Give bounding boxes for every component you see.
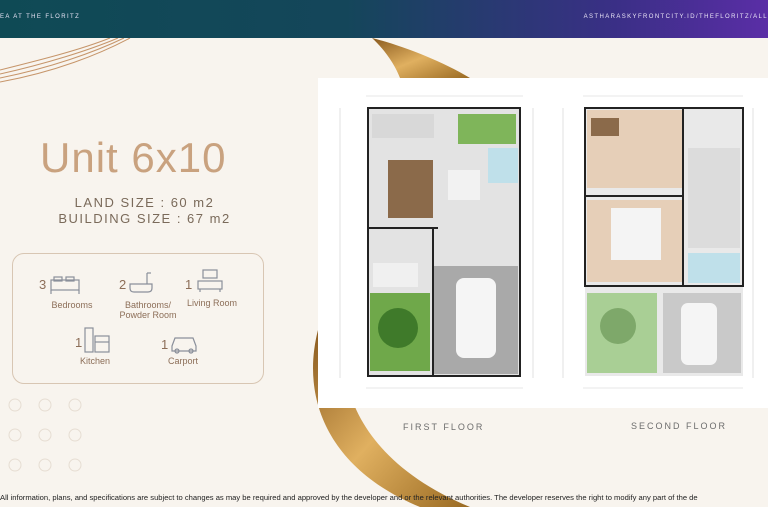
- land-size: LAND SIZE : 60 m2: [74, 195, 215, 210]
- header-bar: EA AT THE FLORITZ ASTHARASKYFRONTCITY.ID…: [0, 0, 768, 38]
- unit-sizes: LAND SIZE : 60 m2 BUILDING SIZE : 67 m2: [52, 195, 237, 227]
- building-size: BUILDING SIZE : 67 m2: [58, 211, 231, 226]
- amenity-count: 1: [161, 337, 169, 352]
- first-floor-label: FIRST FLOOR: [403, 422, 485, 432]
- bed-icon: [50, 276, 80, 294]
- amenity-bathrooms: 2 Bathrooms/ Powder Room: [113, 272, 183, 322]
- amenity-label: Living Room: [186, 298, 238, 308]
- second-floor-label: SECOND FLOOR: [631, 421, 728, 431]
- amenity-label: Bathrooms/ Powder Room: [119, 300, 177, 320]
- amenity-label: Bedrooms: [51, 300, 93, 310]
- kitchen-icon: [84, 327, 110, 353]
- header-left-text: EA AT THE FLORITZ: [0, 14, 81, 20]
- decorative-pattern: [8, 398, 82, 472]
- amenity-label: Carport: [167, 356, 198, 366]
- amenities-panel: 3 Bedrooms 2 Bathrooms/ Powder Room 1 Li…: [12, 253, 264, 384]
- amenity-count: 2: [119, 277, 127, 292]
- first-floor-plan: [339, 95, 534, 389]
- amenity-label: Kitchen: [79, 356, 111, 366]
- unit-title: Unit 6x10: [40, 134, 227, 181]
- amenity-kitchen: 1 Kitchen: [65, 326, 125, 370]
- car-icon: [171, 337, 197, 354]
- amenity-count: 1: [75, 335, 83, 350]
- amenity-carport: 1 Carport: [153, 330, 213, 370]
- floor-plans-panel: FIRST FLOOR SECOND FLOOR: [318, 78, 768, 432]
- disclaimer-text: All information, plans, and specificatio…: [0, 493, 698, 502]
- second-floor-plan: [562, 95, 754, 389]
- amenity-bedrooms: 3 Bedrooms: [39, 272, 99, 312]
- header-right-text: ASTHARASKYFRONTCITY.ID/THEFLORITZ/ALL: [583, 14, 768, 20]
- sofa-icon: [197, 269, 223, 292]
- amenity-count: 1: [185, 277, 193, 292]
- amenity-living-room: 1 Living Room: [183, 268, 243, 308]
- bathtub-icon: [129, 272, 153, 293]
- amenity-count: 3: [39, 277, 47, 292]
